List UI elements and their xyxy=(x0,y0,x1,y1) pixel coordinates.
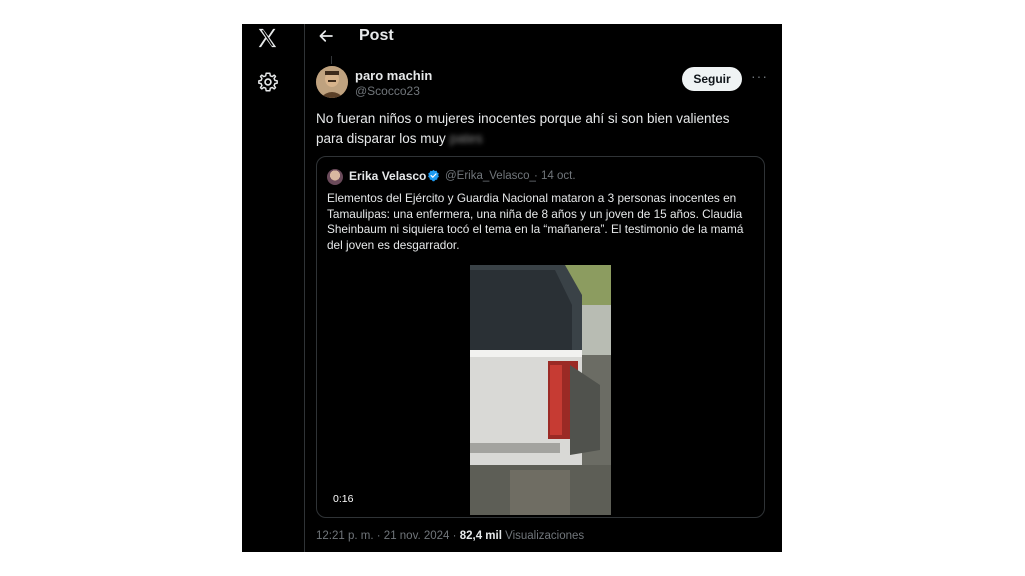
quoted-post[interactable]: Erika Velasco @Erika_Velasco_ · 14 oct. … xyxy=(316,156,765,518)
thread-connector xyxy=(331,56,332,64)
main-column: Post paro machin @Scocco23 Seguir ··· No… xyxy=(305,24,782,552)
views-count: 82,4 mil xyxy=(459,530,502,542)
video-player[interactable] xyxy=(470,265,611,515)
post-date[interactable]: 21 nov. 2024 xyxy=(384,530,450,542)
post-text-blurred: pates xyxy=(449,131,483,146)
more-options-icon[interactable]: ··· xyxy=(751,68,768,84)
quote-author-handle[interactable]: @Erika_Velasco_ xyxy=(445,170,536,182)
follow-button[interactable]: Seguir xyxy=(682,67,742,91)
verified-badge-icon xyxy=(428,169,439,182)
post-window: Post paro machin @Scocco23 Seguir ··· No… xyxy=(242,24,782,552)
avatar-image xyxy=(316,66,348,98)
quote-text: Elementos del Ejército y Guardia Naciona… xyxy=(327,191,744,252)
x-logo-icon[interactable] xyxy=(256,27,278,49)
post-time[interactable]: 12:21 p. m. xyxy=(316,530,374,542)
avatar[interactable] xyxy=(316,66,348,98)
post-metadata: 12:21 p. m. · 21 nov. 2024 · 82,4 mil Vi… xyxy=(316,530,584,542)
video-duration: 0:16 xyxy=(333,493,354,505)
post-text: No fueran niños o mujeres inocentes porq… xyxy=(316,109,756,149)
post-text-main: No fueran niños o mujeres inocentes porq… xyxy=(316,111,730,146)
views-label: Visualizaciones xyxy=(505,530,585,542)
meta-separator: · xyxy=(452,530,457,542)
arrow-left-icon[interactable] xyxy=(317,27,335,45)
quote-author-name[interactable]: Erika Velasco xyxy=(349,169,426,183)
left-sidebar xyxy=(242,24,305,552)
page-title: Post xyxy=(359,27,394,44)
meta-separator: · xyxy=(376,530,381,542)
quote-date[interactable]: · 14 oct. xyxy=(534,170,576,182)
author-name[interactable]: paro machin xyxy=(355,68,432,83)
quote-avatar[interactable] xyxy=(327,169,343,185)
gear-icon[interactable] xyxy=(257,71,279,93)
video-thumbnail xyxy=(470,265,611,515)
author-handle[interactable]: @Scocco23 xyxy=(355,84,420,98)
